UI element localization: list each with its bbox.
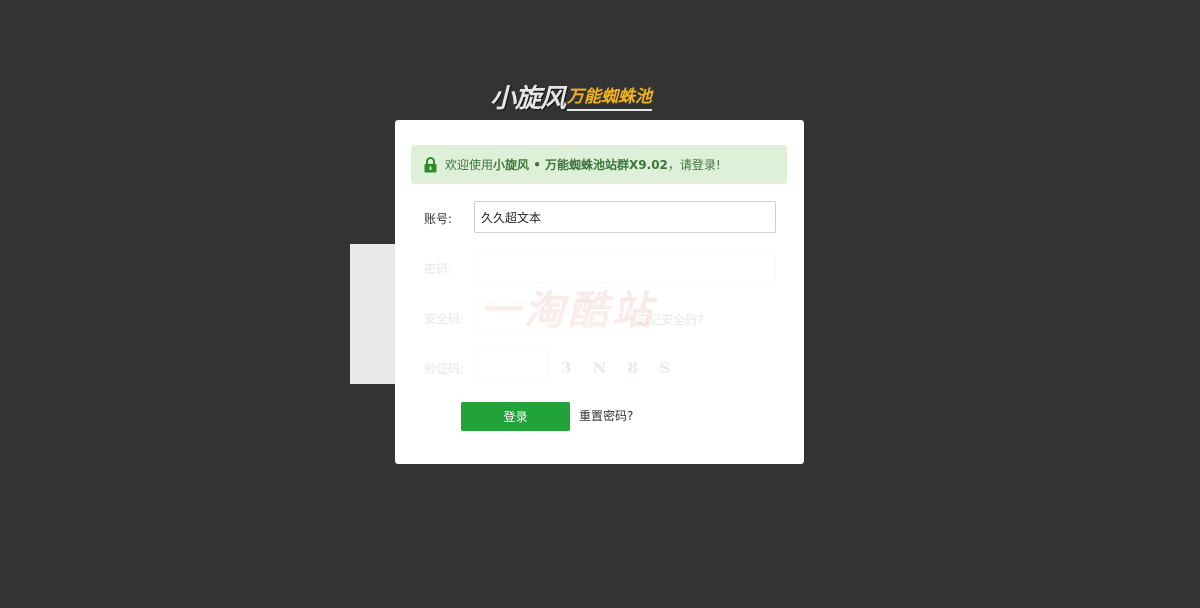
captcha-image[interactable]: 3 N 8 S: [561, 359, 678, 377]
logo-main-text: 小旋风: [490, 84, 566, 114]
login-card: 欢迎使用小旋风 • 万能蜘蛛池站群X9.02，请登录! 账号: 一淘酷站 密码:…: [395, 120, 804, 464]
captcha-input[interactable]: [474, 351, 548, 383]
captcha-row: 验证码: 3 N 8 S: [395, 351, 804, 385]
notice-prefix: 欢迎使用: [445, 158, 494, 172]
password-input[interactable]: [474, 251, 776, 283]
reset-password-link[interactable]: 重置密码?: [579, 407, 633, 424]
security-code-row: 安全码: 忘记安全码?: [395, 301, 804, 335]
lock-icon: [424, 156, 437, 173]
account-label: 账号:: [424, 212, 453, 226]
notice-suffix: ，请登录!: [667, 158, 721, 172]
logo: 小旋风 万能蜘蛛池: [490, 80, 690, 114]
forgot-security-link[interactable]: 忘记安全码?: [637, 311, 703, 328]
security-code-input[interactable]: [474, 301, 632, 333]
welcome-notice: 欢迎使用 小旋风 • 万能蜘蛛池站群X9.02 ，请登录!: [411, 145, 787, 184]
login-button[interactable]: 登录: [461, 402, 570, 431]
account-row: 账号:: [395, 201, 804, 235]
login-page: 小旋风 万能蜘蛛池 欢迎使用 小旋风 • 万能蜘蛛池站群X9.02 ，请登录! 账号…: [0, 0, 1200, 608]
captcha-label: 验证码:: [424, 362, 465, 376]
logo-sub-text: 万能蜘蛛池: [567, 86, 653, 111]
overlay-panel: [350, 244, 396, 384]
account-input[interactable]: [474, 201, 776, 233]
notice-product: 小旋风 • 万能蜘蛛池站群X9.02: [493, 158, 668, 172]
security-code-label: 安全码:: [424, 312, 465, 326]
password-row: 密码:: [395, 251, 804, 285]
password-label: 密码:: [424, 262, 453, 276]
